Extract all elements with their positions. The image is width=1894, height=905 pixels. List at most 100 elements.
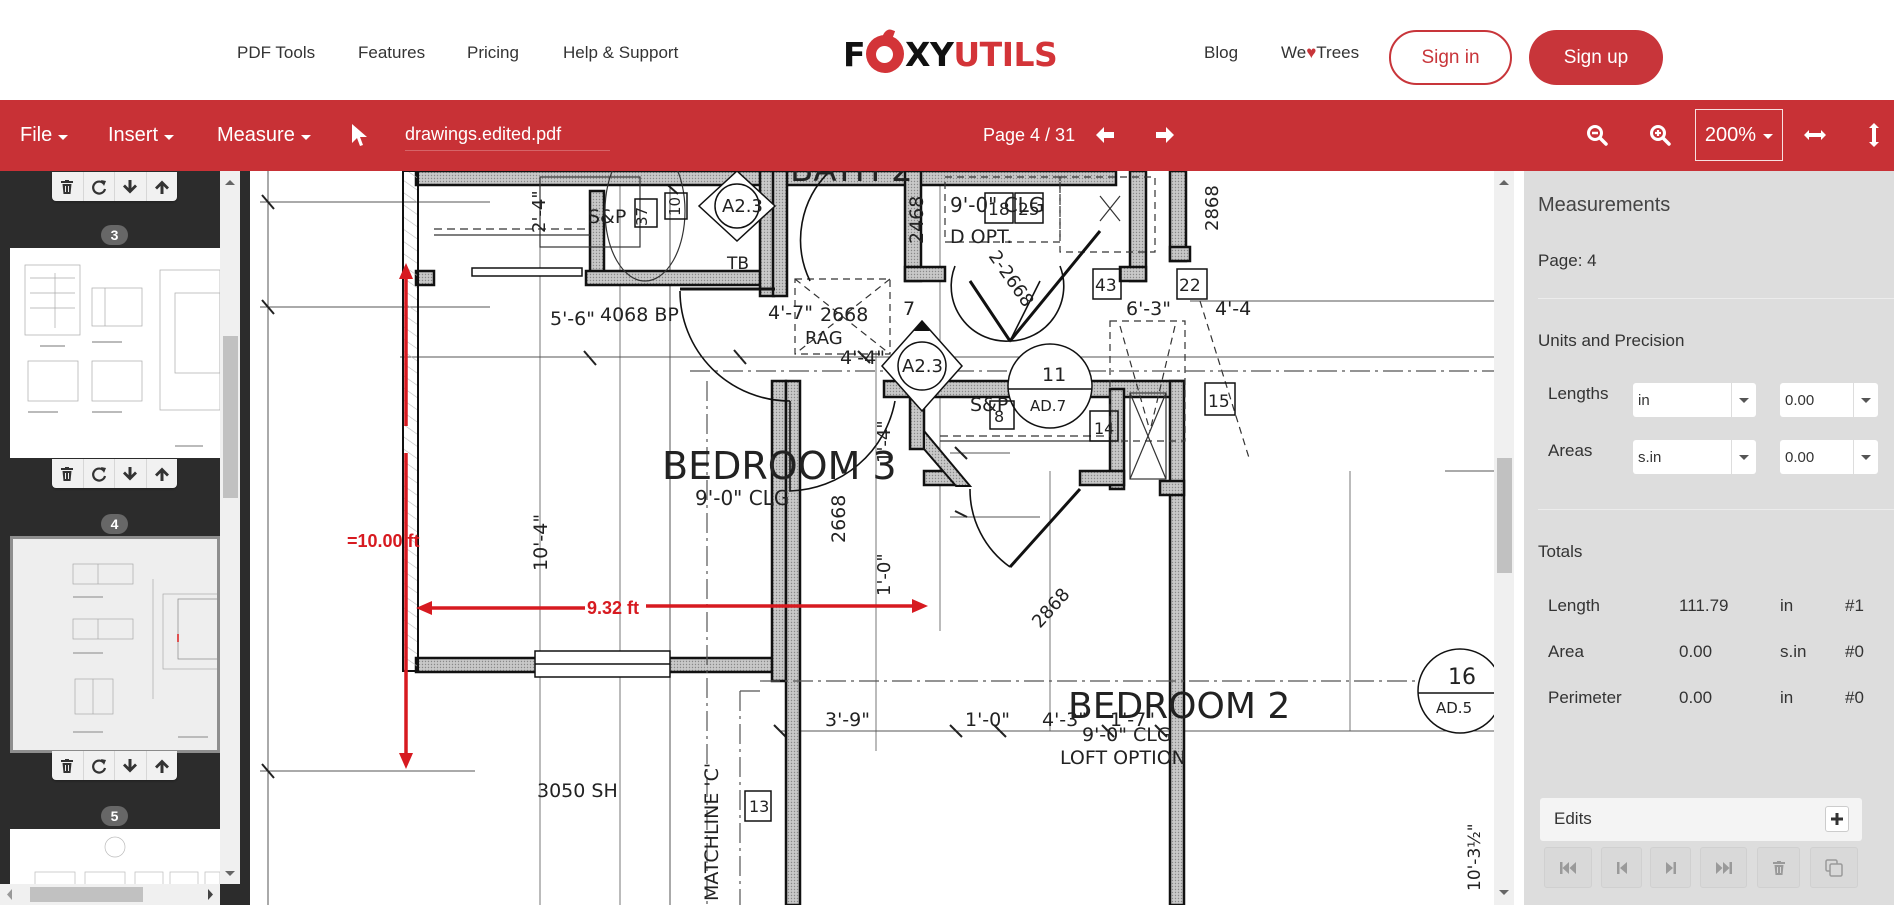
insert-menu[interactable]: Insert — [108, 124, 175, 147]
arrow-up-icon — [154, 467, 169, 481]
total-value: 0.00 — [1679, 688, 1713, 707]
delete-page-button[interactable] — [52, 172, 84, 201]
totals-row-length: Length 111.79 in #1 — [1548, 596, 1888, 620]
floor-plan-drawing[interactable]: BEDROOM 3 9'-0" CLG BEDROOM 2 9'-0" CLG … — [250, 171, 1494, 905]
scroll-left-icon[interactable] — [4, 884, 16, 905]
select-pointer-tool[interactable] — [350, 122, 370, 148]
copy-edit-button[interactable] — [1810, 847, 1858, 888]
fox-flame-icon — [866, 35, 905, 73]
room-ceiling-bedroom-3: 9'-0" CLG — [695, 486, 789, 510]
first-edit-button[interactable] — [1544, 847, 1592, 888]
label-dim-1-7: 1'-7" — [1110, 709, 1155, 731]
label-dim-4-4b: 4'-4 — [1215, 298, 1251, 320]
delete-page-button[interactable] — [52, 751, 84, 780]
lengths-unit-select[interactable]: in — [1633, 383, 1756, 417]
panel-page-label: Page: 4 — [1538, 251, 1597, 270]
zoom-out-button[interactable] — [1582, 120, 1612, 150]
dimension-lines — [260, 171, 1494, 905]
insert-menu-label: Insert — [108, 124, 159, 146]
pdf-page-viewer[interactable]: BEDROOM 3 9'-0" CLG BEDROOM 2 9'-0" CLG … — [250, 171, 1494, 905]
measure-arrowhead-down — [399, 753, 413, 769]
scroll-down-icon[interactable] — [1494, 887, 1514, 899]
trash-icon — [61, 466, 74, 481]
page-number-badge: 4 — [101, 514, 128, 534]
copy-icon — [1825, 858, 1843, 877]
page-thumbnail-4[interactable] — [10, 536, 220, 753]
page-number-badge: 3 — [101, 225, 128, 245]
label-dim-4-7: 4'-7" — [768, 302, 813, 324]
label-door-2-2668: 2-2668 — [984, 247, 1038, 311]
foxyutils-logo[interactable]: F XY UTILS — [843, 34, 1058, 74]
nav-blog[interactable]: Blog — [1204, 43, 1238, 63]
rotate-page-button[interactable] — [84, 172, 115, 201]
step-back-icon — [1616, 861, 1627, 874]
fit-width-button[interactable] — [1800, 120, 1830, 150]
label-tag-15: 15 — [1208, 392, 1230, 412]
viewer-vertical-scrollbar[interactable] — [1494, 171, 1514, 905]
move-page-up-button[interactable] — [147, 172, 178, 201]
scroll-right-icon[interactable] — [204, 884, 216, 905]
nav-features[interactable]: Features — [358, 43, 425, 63]
page-thumbnail-3[interactable] — [10, 248, 220, 458]
panel-divider — [1514, 171, 1524, 905]
zoom-in-button[interactable] — [1645, 120, 1675, 150]
move-page-down-button[interactable] — [115, 459, 147, 488]
arrows-horizontal-icon — [1804, 130, 1826, 140]
measure-menu[interactable]: Measure — [217, 124, 311, 147]
label-dim-3-9: 3'-9" — [825, 709, 870, 731]
nav-pricing[interactable]: Pricing — [467, 43, 519, 63]
total-name: Perimeter — [1548, 688, 1622, 707]
scroll-up-icon[interactable] — [1494, 177, 1514, 189]
lengths-precision-select[interactable]: 0.00 — [1780, 383, 1878, 417]
total-count: #1 — [1845, 596, 1864, 615]
arrow-down-icon — [123, 179, 138, 193]
label-dim-10-4: 10'-4" — [530, 514, 552, 571]
dropdown-caret-icon — [1853, 440, 1878, 474]
measurement-label-horizontal: 9.32 ft — [587, 598, 639, 618]
drawing-annotations: S&P S&P 5'-6" 4068 BP 4'-7" 2668 7 4'-4"… — [529, 185, 1485, 901]
previous-edit-button[interactable] — [1601, 847, 1642, 888]
arrow-up-icon — [154, 759, 169, 773]
scrollbar-thumb[interactable] — [223, 336, 238, 498]
sign-up-button[interactable]: Sign up — [1529, 30, 1663, 85]
next-page-button[interactable] — [1150, 120, 1180, 150]
areas-precision-select[interactable]: 0.00 — [1780, 440, 1878, 474]
delete-page-button[interactable] — [52, 459, 84, 488]
add-edit-button[interactable] — [1825, 806, 1849, 832]
areas-unit-select[interactable]: s.in — [1633, 440, 1756, 474]
zoom-level-select[interactable]: 200% — [1695, 109, 1783, 161]
scrollbar-thumb[interactable] — [30, 887, 143, 902]
filename-field[interactable]: drawings.edited.pdf — [405, 124, 610, 151]
page-4-tools — [52, 751, 177, 780]
file-menu[interactable]: File — [20, 124, 69, 147]
move-page-up-button[interactable] — [147, 459, 178, 488]
move-page-down-button[interactable] — [115, 172, 147, 201]
move-page-down-button[interactable] — [115, 751, 147, 780]
sign-in-button[interactable]: Sign in — [1389, 30, 1512, 85]
measurement-label-vertical: =10.00 ft — [347, 531, 420, 551]
rotate-page-button[interactable] — [84, 751, 115, 780]
total-value: 0.00 — [1679, 642, 1713, 661]
rotate-icon — [91, 466, 106, 482]
areas-unit-value: s.in — [1638, 448, 1662, 466]
measurement-horizontal-9-32ft[interactable]: 9.32 ft — [416, 598, 928, 618]
delete-edit-button[interactable] — [1757, 847, 1800, 888]
nav-pdf-tools[interactable]: PDF Tools — [237, 43, 315, 63]
nav-help-support[interactable]: Help & Support — [563, 43, 678, 63]
nav-we-love-trees[interactable]: We♥Trees — [1281, 43, 1359, 63]
scrollbar-thumb[interactable] — [1497, 458, 1512, 573]
thumbnails-vertical-scrollbar[interactable] — [220, 171, 240, 884]
next-edit-button[interactable] — [1650, 847, 1691, 888]
thumbnails-horizontal-scrollbar[interactable] — [0, 884, 220, 905]
previous-page-button[interactable] — [1090, 120, 1120, 150]
rotate-page-button[interactable] — [84, 459, 115, 488]
page-thumbnail-5[interactable] — [10, 829, 220, 889]
total-value: 111.79 — [1679, 596, 1729, 615]
label-door-2868: 2868 — [1028, 584, 1074, 632]
arrow-down-icon — [123, 466, 138, 480]
fit-height-button[interactable] — [1859, 120, 1889, 150]
scroll-up-icon[interactable] — [220, 177, 240, 189]
move-page-up-button[interactable] — [147, 751, 178, 780]
scroll-down-icon[interactable] — [220, 868, 240, 880]
last-edit-button[interactable] — [1700, 847, 1747, 888]
